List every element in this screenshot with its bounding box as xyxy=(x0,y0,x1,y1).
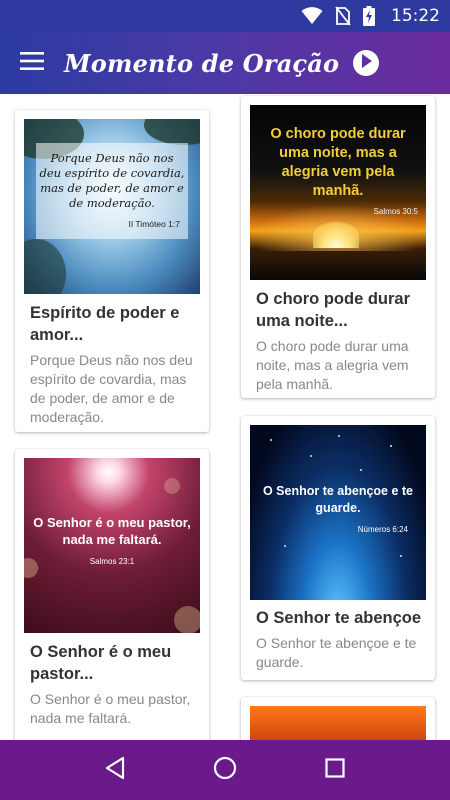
image-quote: O Senhor é o meu pastor, nada me faltará… xyxy=(33,515,191,547)
card-text: O Senhor é o meu pastor, nada me faltará… xyxy=(30,691,191,726)
card-title: O choro pode durar uma noite... xyxy=(256,290,411,330)
card-image xyxy=(250,706,426,740)
battery-charging-icon xyxy=(363,6,375,26)
card-title: O Senhor é o meu pastor... xyxy=(30,643,172,683)
card-image: O Senhor é o meu pastor, nada me faltará… xyxy=(24,458,200,633)
play-button[interactable] xyxy=(353,50,380,76)
card-espirito-de-poder[interactable]: Porque Deus não nos deu espírito de cova… xyxy=(15,110,209,432)
app-bar: Momento de Oração xyxy=(0,32,450,94)
status-bar: 15:22 xyxy=(0,0,450,32)
image-quote: O Senhor te abençoe e te guarde. xyxy=(262,484,414,515)
app-title: Momento de Oração xyxy=(64,48,340,78)
card-text: Porque Deus não nos deu espírito de cova… xyxy=(30,352,193,425)
play-circle-icon xyxy=(360,53,373,73)
image-quote: Porque Deus não nos deu espírito de cova… xyxy=(39,151,185,210)
image-quote: O choro pode durar uma noite, mas a aleg… xyxy=(270,126,406,199)
card-title: O Senhor te abençoe xyxy=(256,609,422,627)
image-reference: Salmos 30:5 xyxy=(373,207,418,216)
square-recents-icon xyxy=(325,757,345,783)
image-reference: Salmos 23:1 xyxy=(89,557,135,566)
status-time: 15:22 xyxy=(391,6,440,26)
card-senhor-e-meu-pastor[interactable]: O Senhor é o meu pastor, nada me faltará… xyxy=(15,449,209,740)
sun-shape xyxy=(313,222,359,248)
card-text: O choro pode durar uma noite, mas a aleg… xyxy=(256,338,409,392)
cards-grid: Porque Deus não nos deu espírito de cova… xyxy=(0,94,450,740)
card-image: O Senhor te abençoe e te guarde. Números… xyxy=(250,425,426,600)
card-image: O choro pode durar uma noite, mas a aleg… xyxy=(250,105,426,280)
card-text: O Senhor te abençoe e te guarde. xyxy=(256,635,417,670)
wifi-icon xyxy=(301,7,323,25)
image-reference: II Timóteo 1:7 xyxy=(128,219,181,229)
menu-button[interactable] xyxy=(0,32,64,94)
system-nav-bar xyxy=(0,740,450,800)
back-button[interactable] xyxy=(95,750,135,790)
card-title: Espírito de poder e amor... xyxy=(30,304,180,344)
recents-button[interactable] xyxy=(315,750,355,790)
card-partial[interactable] xyxy=(241,697,435,740)
image-reference: Números 6:24 xyxy=(357,525,408,534)
card-o-choro-pode-durar[interactable]: O choro pode durar uma noite, mas a aleg… xyxy=(241,96,435,398)
card-senhor-te-abencoe[interactable]: O Senhor te abençoe e te guarde. Números… xyxy=(241,416,435,680)
triangle-back-icon xyxy=(104,756,126,785)
circle-home-icon xyxy=(213,756,237,785)
hamburger-menu-icon xyxy=(20,51,44,75)
card-image: Porque Deus não nos deu espírito de cova… xyxy=(24,119,200,294)
home-button[interactable] xyxy=(205,750,245,790)
no-sim-icon xyxy=(335,6,351,26)
